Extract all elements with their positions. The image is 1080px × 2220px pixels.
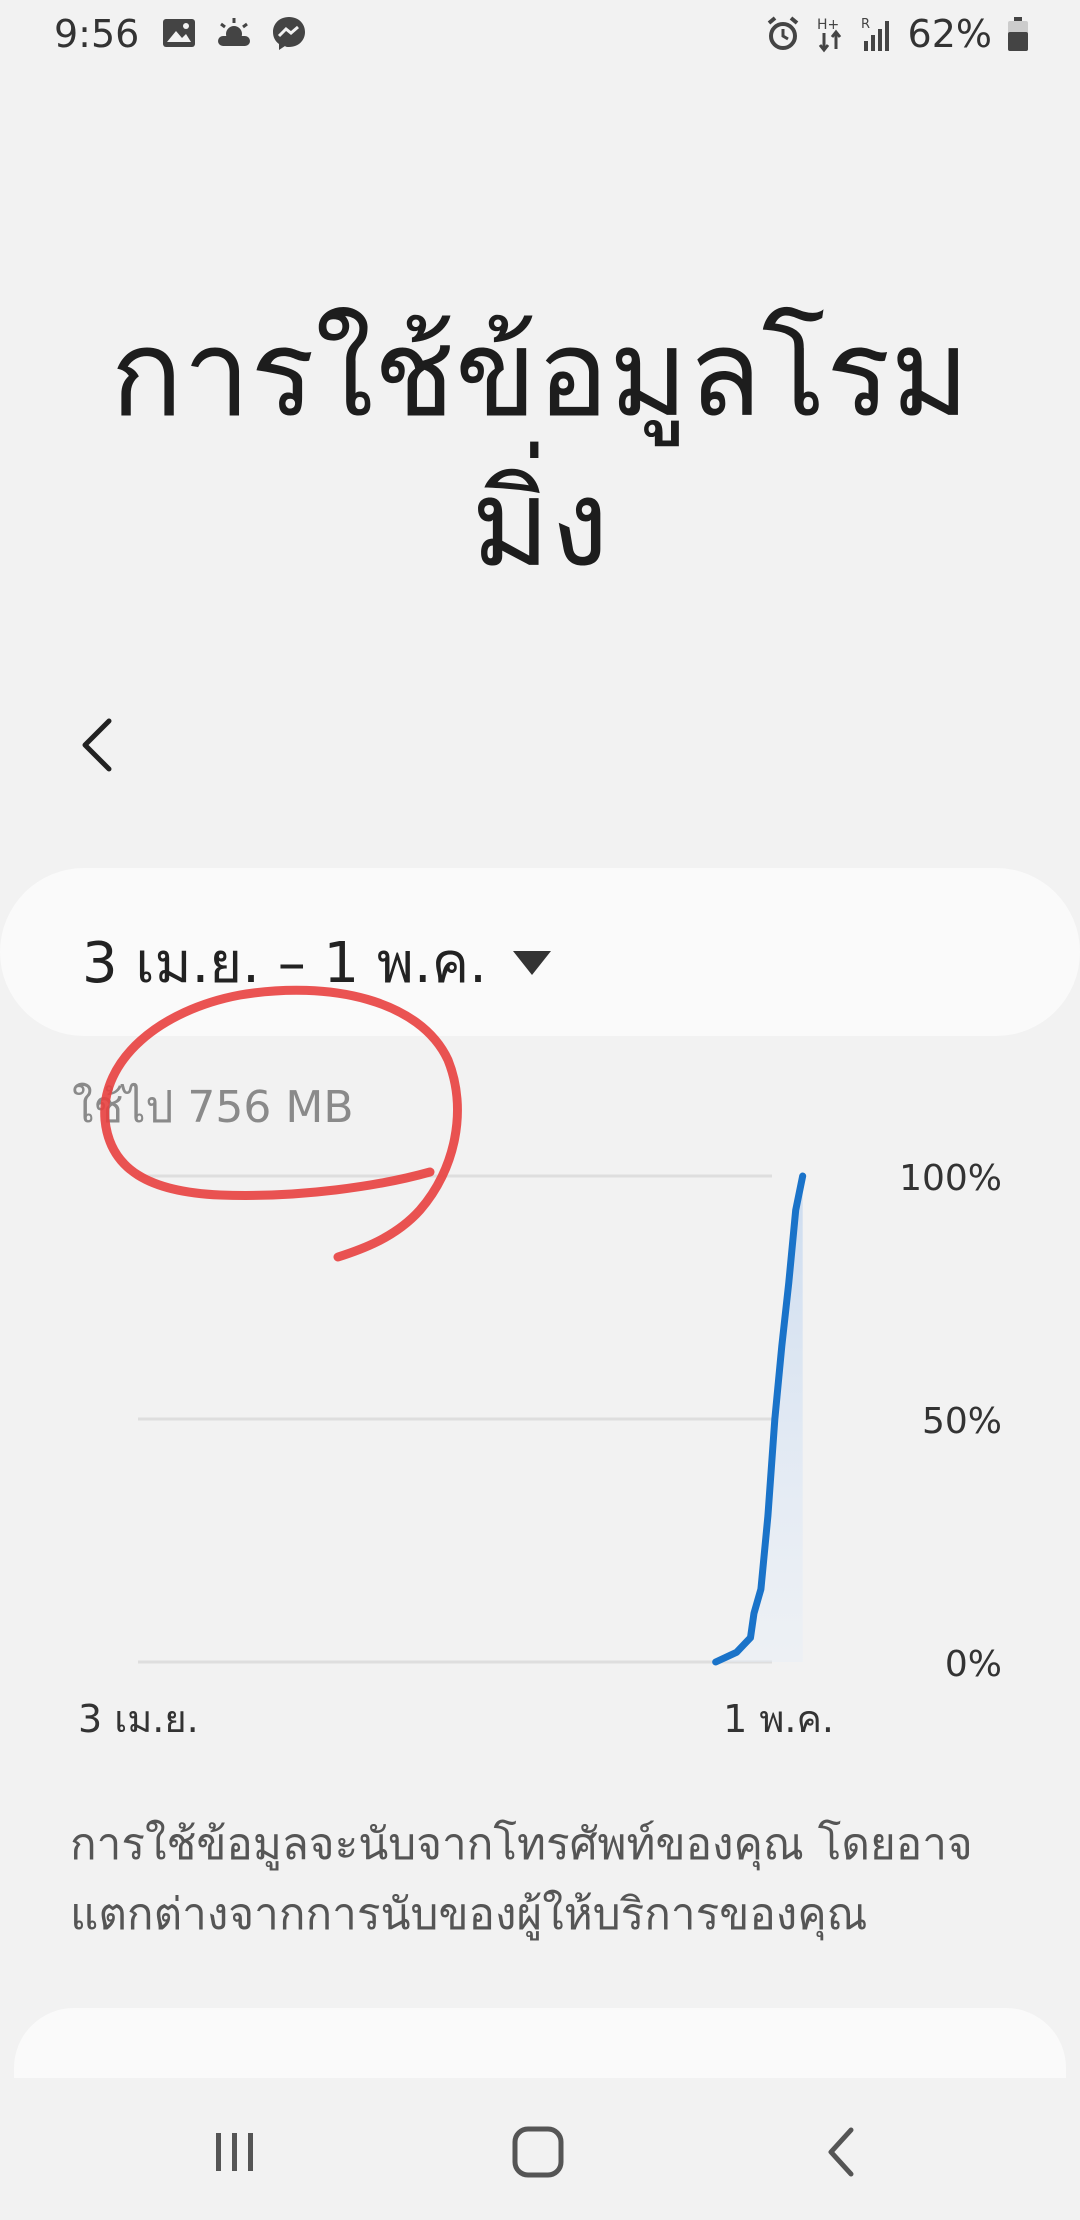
data-point-7 (781, 1345, 783, 1347)
data-point-8 (788, 1282, 790, 1284)
data-point-0 (715, 1661, 717, 1663)
x-tick-label-end: 1 พ.ค. (723, 1697, 834, 1741)
data-point-1 (736, 1651, 738, 1653)
home-button[interactable] (493, 2112, 583, 2192)
usage-chart: 100% 50% 0% 3 เม.ย. 1 พ.ค. (78, 1158, 1002, 1741)
gallery-icon (163, 19, 195, 47)
back-icon (828, 2127, 854, 2177)
dropdown-triangle-icon (512, 950, 551, 975)
weather-icon (218, 18, 250, 46)
x-tick-label-start: 3 เม.ย. (78, 1697, 199, 1741)
recent-apps-icon (216, 2133, 253, 2171)
page-title-line2: มิ่ง (471, 455, 609, 594)
messenger-icon (273, 17, 305, 50)
data-point-3 (753, 1612, 755, 1614)
home-icon (512, 2126, 564, 2178)
back-button[interactable] (62, 710, 132, 780)
navigation-bar (0, 2078, 1080, 2220)
recent-apps-button[interactable] (190, 2112, 280, 2192)
data-point-9 (795, 1209, 797, 1211)
battery-icon (1008, 17, 1028, 51)
date-range-label: 3 เม.ย. – 1 พ.ค. (82, 931, 487, 996)
status-time: 9:56 (54, 12, 140, 56)
status-bar: 9:56 H+ R 62% (0, 0, 1080, 72)
data-point-10 (802, 1175, 804, 1177)
chevron-left-icon (82, 718, 112, 772)
data-point-2 (749, 1637, 751, 1639)
y-tick-label: 0% (945, 1644, 1002, 1685)
date-range-dropdown[interactable]: 3 เม.ย. – 1 พ.ค. (82, 918, 553, 1007)
usage-description: การใช้ข้อมูลจะนับจากโทรศัพท์ของคุณ โดยอา… (70, 1819, 973, 1940)
y-tick-label: 50% (922, 1401, 1002, 1442)
svg-text:R: R (861, 17, 870, 32)
alarm-icon (767, 16, 798, 50)
signal-icon: R (861, 17, 889, 51)
nav-back-button[interactable] (796, 2112, 886, 2192)
page-title: การใช้ข้อมูลโรม มิ่ง (60, 300, 1020, 600)
battery-percent: 62% (907, 12, 992, 56)
page-title-line1: การใช้ข้อมูลโรม (110, 305, 970, 444)
data-point-4 (760, 1588, 762, 1590)
hplus-data-icon: H+ (817, 17, 841, 53)
bottom-card (14, 2008, 1066, 2078)
data-point-6 (774, 1418, 776, 1420)
y-tick-label: 100% (899, 1158, 1002, 1199)
data-point-5 (767, 1515, 769, 1517)
usage-total: ใช้ไป 756 MB (72, 1082, 354, 1133)
